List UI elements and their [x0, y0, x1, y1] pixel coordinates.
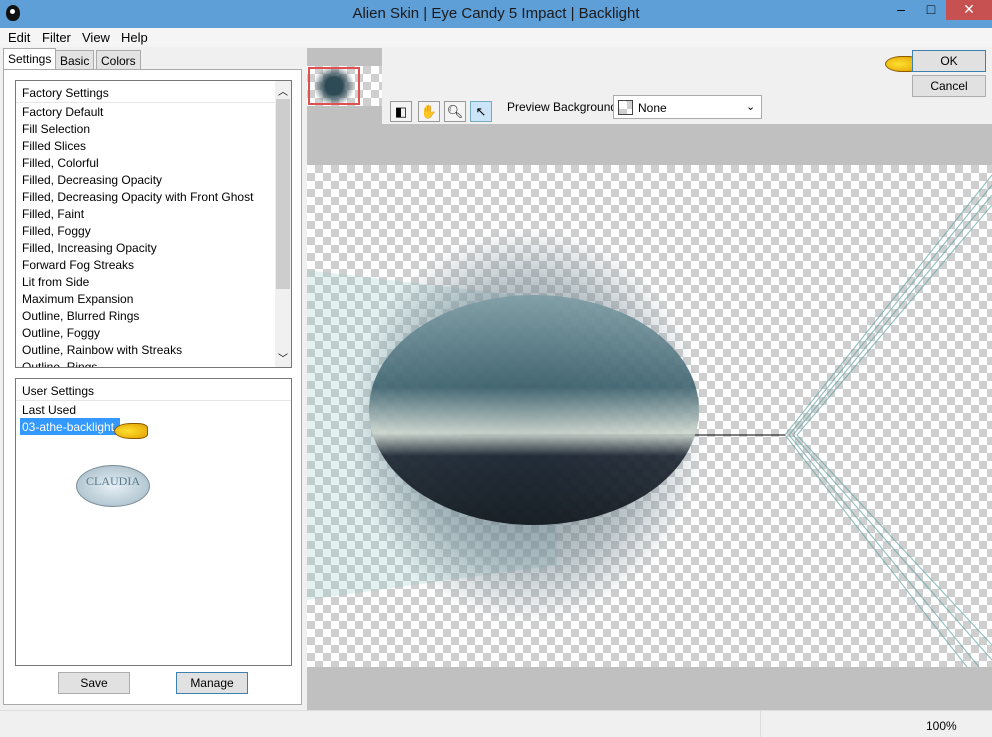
hand-tool-icon[interactable]: ✋ [418, 101, 440, 122]
list-item[interactable]: Forward Fog Streaks [16, 256, 291, 273]
factory-settings-header: Factory Settings [16, 81, 291, 103]
list-item[interactable]: Filled Slices [16, 137, 291, 154]
scrollbar-thumb[interactable] [276, 99, 290, 289]
list-item[interactable]: Filled, Colorful [16, 154, 291, 171]
list-item[interactable]: Filled, Decreasing Opacity [16, 171, 291, 188]
chevron-down-icon: ⌄ [746, 101, 756, 113]
preview-background-value: None [638, 101, 667, 115]
checker-swatch-icon [618, 100, 633, 115]
list-item[interactable]: Last Used [16, 401, 291, 418]
list-item[interactable]: Filled, Increasing Opacity [16, 239, 291, 256]
tab-settings[interactable]: Settings [3, 48, 57, 69]
menu-edit[interactable]: Edit [8, 30, 30, 45]
list-item[interactable]: Lit from Side [16, 273, 291, 290]
window-title: Alien Skin | Eye Candy 5 Impact | Backli… [352, 5, 640, 22]
preview-canvas[interactable] [307, 165, 992, 667]
list-item[interactable]: Maximum Expansion [16, 290, 291, 307]
preview-area[interactable] [307, 48, 992, 710]
cancel-button[interactable]: Cancel [912, 75, 986, 97]
user-settings-header: User Settings [16, 379, 291, 401]
close-button[interactable]: ✕ [946, 0, 992, 20]
tab-basic[interactable]: Basic [55, 50, 95, 70]
list-item[interactable]: Fill Selection [16, 120, 291, 137]
preview-background-label: Preview Background: [507, 100, 621, 114]
minimize-button[interactable]: – [886, 0, 916, 20]
list-item[interactable]: Filled, Faint [16, 205, 291, 222]
list-item[interactable]: Outline, Blurred Rings [16, 307, 291, 324]
list-item[interactable]: Outline, Foggy [16, 324, 291, 341]
list-item[interactable]: Outline, Rings [16, 358, 291, 367]
factory-settings-list: Factory Settings Factory Default Fill Sel… [15, 80, 292, 368]
menu-help[interactable]: Help [121, 30, 148, 45]
menu-filter[interactable]: Filter [42, 30, 71, 45]
list-item[interactable]: Outline, Rainbow with Streaks [16, 341, 291, 358]
list-item[interactable]: Filled, Foggy [16, 222, 291, 239]
scroll-up-icon[interactable]: ︿ [278, 83, 288, 98]
status-bar: 100% [0, 710, 992, 737]
pointer-tool-icon[interactable]: ↖ [470, 101, 492, 122]
preview-background-select[interactable]: None ⌄ [613, 95, 762, 119]
zoom-level: 100% [926, 719, 957, 733]
save-button[interactable]: Save [58, 672, 130, 694]
list-item-selected[interactable]: 03-athe-backlight [20, 418, 121, 435]
navigator-view-rect[interactable] [308, 67, 360, 105]
manage-button[interactable]: Manage [176, 672, 248, 694]
claudia-watermark-logo: CLAUDIA [76, 465, 150, 507]
list-item[interactable]: Factory Default [16, 103, 291, 120]
scrollbar[interactable]: ︿ ﹀ [275, 81, 291, 367]
city-image [369, 295, 699, 525]
user-settings-list: User Settings Last Used 03-athe-backligh… [15, 378, 292, 666]
pointing-hand-icon [114, 423, 148, 439]
scroll-down-icon[interactable]: ﹀ [278, 350, 288, 365]
menu-bar [0, 28, 992, 47]
menu-view[interactable]: View [82, 30, 110, 45]
list-item[interactable]: Filled, Decreasing Opacity with Front Gh… [16, 188, 291, 205]
zoom-tool-icon[interactable]: 🔍︎ [444, 101, 466, 122]
thumbnail-area [307, 48, 382, 124]
preview-toggle-icon[interactable]: ◧ [390, 101, 412, 122]
tab-colors[interactable]: Colors [96, 50, 141, 70]
ok-button[interactable]: OK [912, 50, 986, 72]
maximize-button[interactable]: □ [916, 0, 946, 20]
